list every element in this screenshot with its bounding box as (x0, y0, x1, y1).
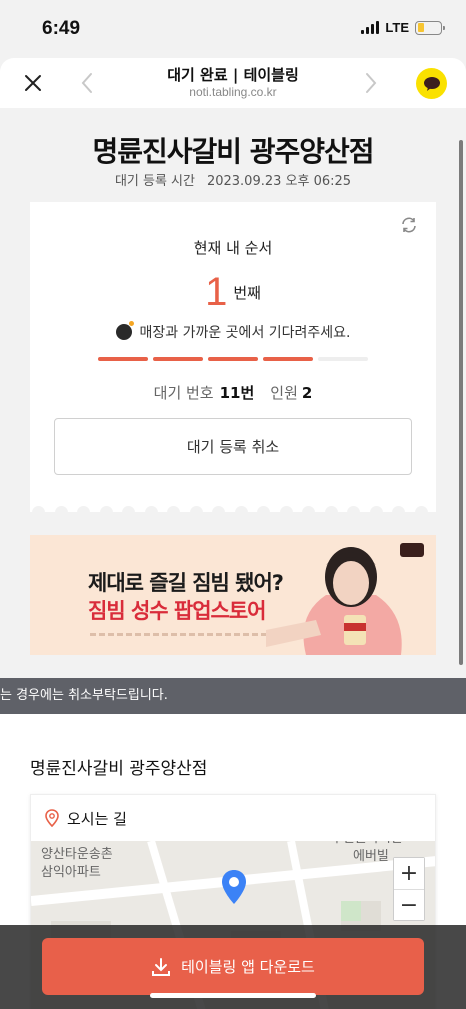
bottom-bar: 테이블링 앱 다운로드 (0, 925, 466, 1009)
queue-progress (98, 357, 368, 361)
main-content: 명륜진사갈비 광주양산점 대기 등록 시간 2023.09.23 오후 06:25… (0, 108, 466, 1009)
ticket-notch (279, 506, 293, 519)
status-bar: 6:49 LTE (0, 0, 466, 58)
ticket-notch (32, 506, 45, 519)
registration-time-label: 대기 등록 시간 (114, 174, 195, 189)
store-title: 명륜진사갈비 광주양산점 (92, 135, 374, 168)
ticket-notch (369, 506, 383, 519)
ticket-notch (189, 506, 203, 519)
map-label: 에버빌 (353, 849, 389, 864)
progress-step (98, 357, 148, 361)
status-icons: LTE (361, 20, 445, 35)
map-marker-icon[interactable] (221, 869, 247, 905)
banner-headline: 제대로 즐길 짐빔 됐어? (88, 571, 284, 595)
ticket-notch (257, 506, 271, 519)
banner-subheadline: 짐빔 성수 팝업스토어 (88, 599, 267, 623)
ticket-notch (144, 506, 158, 519)
registration-time-value: 2023.09.23 오후 06:25 (206, 174, 352, 189)
directions-label: 오시는 길 (67, 809, 127, 828)
wait-message-text: 매장과 가까운 곳에서 기다려주세요. (139, 325, 351, 341)
brand-logo (400, 543, 424, 557)
waiting-info: 대기 번호 11번 인원 2 (30, 382, 436, 403)
waiting-number-label: 대기 번호 (153, 384, 214, 402)
ticket-notch (77, 506, 91, 519)
order-number-value: 1 (205, 270, 228, 314)
ticket-notch (324, 506, 338, 519)
registration-time: 대기 등록 시간 2023.09.23 오후 06:25 (0, 170, 466, 189)
order-label: 현재 내 순서 (193, 239, 273, 257)
refresh-icon[interactable] (400, 216, 418, 234)
progress-step (318, 357, 368, 361)
page-url: noti.tabling.co.kr (189, 85, 277, 99)
signal-icon (361, 21, 380, 34)
ticket-notch (99, 506, 113, 519)
ticket-notch (167, 506, 181, 519)
cancel-waiting-button[interactable]: 대기 등록 취소 (54, 418, 412, 475)
location-pin-icon (45, 809, 59, 827)
zoom-controls: + − (393, 857, 425, 921)
page-title: 대기 완료 | 테이블링 (167, 66, 299, 84)
people-label: 인원 (270, 384, 298, 402)
people-count: 2 (301, 384, 313, 402)
battery-icon (415, 20, 445, 35)
ad-banner[interactable]: 제대로 즐길 짐빔 됐어? 짐빔 성수 팝업스토어 (30, 535, 436, 655)
home-indicator (150, 993, 316, 998)
order-number: 1 번째 (30, 270, 436, 315)
app-download-button[interactable]: 테이블링 앱 다운로드 (42, 938, 424, 995)
zoom-in-button[interactable]: + (394, 858, 424, 889)
ticket-notch (212, 506, 226, 519)
bomb-icon (115, 321, 134, 340)
ticket-notch (347, 506, 361, 519)
waiting-number: 11번 (219, 384, 255, 402)
browser-navbar: 대기 완료 | 테이블링 noti.tabling.co.kr (0, 58, 466, 108)
scrollbar[interactable] (459, 140, 463, 665)
progress-step (263, 357, 313, 361)
ticket-notch (302, 506, 316, 519)
ticket-notch (414, 506, 428, 519)
status-time: 6:49 (42, 18, 81, 39)
order-number-unit: 번째 (233, 284, 261, 302)
ticket-notch (392, 506, 406, 519)
ticket-notch (234, 506, 248, 519)
map-label: 양산타운송촌 (41, 847, 113, 862)
download-label: 테이블링 앱 다운로드 (181, 958, 315, 976)
notice-marquee: 는 경우에는 취소부탁드립니다. (0, 678, 466, 714)
ticket-edge (22, 506, 438, 520)
store-name: 명륜진사갈비 광주양산점 (30, 759, 208, 779)
progress-step (153, 357, 203, 361)
directions-header: 오시는 길 (31, 795, 435, 841)
download-icon (152, 957, 171, 976)
progress-step (208, 357, 258, 361)
wait-message: 매장과 가까운 곳에서 기다려주세요. (30, 321, 436, 342)
chevron-right-icon[interactable] (364, 71, 378, 95)
ticket-notch (54, 506, 68, 519)
network-label: LTE (385, 20, 409, 35)
map-label: 삼익아파트 (41, 865, 101, 880)
kakao-share-button[interactable] (416, 68, 447, 99)
ticket-notch (122, 506, 136, 519)
queue-card: 현재 내 순서 1 번째 매장과 가까운 곳에서 기다려주세요. 대기 번호 11번… (30, 202, 436, 512)
zoom-out-button[interactable]: − (394, 889, 424, 920)
chat-bubble-icon (423, 76, 440, 91)
